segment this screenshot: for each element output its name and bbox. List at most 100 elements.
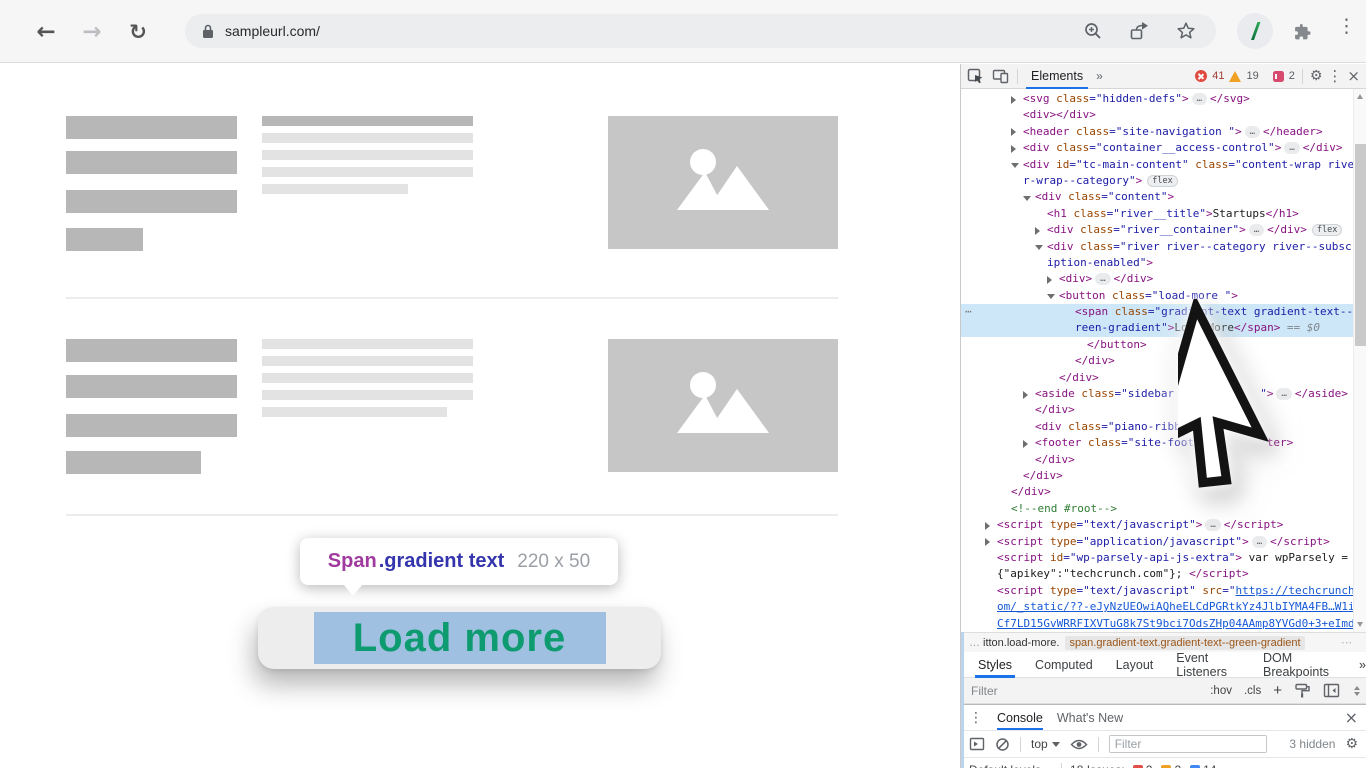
tree-expand-arrow-icon[interactable] xyxy=(1047,294,1055,300)
forward-icon[interactable]: → xyxy=(76,16,108,48)
dom-tree-line[interactable]: <!--end #root--> xyxy=(961,501,1366,517)
log-level-selector[interactable]: Default levels xyxy=(969,763,1054,768)
dom-tree-line[interactable]: </div> xyxy=(961,353,1366,369)
breadcrumb-item-button[interactable]: itton.load-more. xyxy=(983,637,1059,649)
grammar-extension-icon[interactable] xyxy=(1237,13,1273,49)
dom-tree-line[interactable]: <button class="load-more "> xyxy=(961,288,1366,304)
filter-row-scroll-spinner[interactable] xyxy=(1354,685,1360,696)
tab-event-listeners[interactable]: Event Listeners xyxy=(1176,651,1240,679)
breadcrumb-overflow[interactable]: … xyxy=(969,637,980,649)
dom-tree-line[interactable]: <div class="container__access-control">…… xyxy=(961,140,1366,156)
dom-tree-line[interactable]: <div>… </div> xyxy=(961,271,1366,287)
load-more-button[interactable]: Load more xyxy=(258,607,661,669)
tree-expand-arrow-icon[interactable] xyxy=(1023,439,1028,448)
tree-expand-arrow-icon[interactable] xyxy=(1035,226,1040,235)
tab-dom-breakpoints[interactable]: DOM Breakpoints xyxy=(1263,651,1336,679)
tree-expand-arrow-icon[interactable] xyxy=(1011,95,1016,104)
tree-expand-arrow-icon[interactable] xyxy=(1023,195,1031,201)
dom-tree-line[interactable]: <div class="river river--category river-… xyxy=(961,239,1366,255)
console-warnings-icon[interactable] xyxy=(1229,70,1242,82)
dom-tree-line-selected[interactable]: ⋯ <span class="gradient-text gradient-tex… xyxy=(961,304,1366,321)
inspect-element-icon[interactable] xyxy=(967,68,984,84)
styles-filter-input[interactable]: Filter xyxy=(971,684,998,698)
dom-tree-line[interactable]: <footer class="site-footer ter> xyxy=(961,435,1366,451)
script-src-link[interactable]: om/_static/??-eJyNzUEOwiAQheELCdPGRtkYz4… xyxy=(997,600,1366,613)
address-bar[interactable]: sampleurl.com/ xyxy=(185,14,1216,48)
drawer-menu-kebab-icon[interactable]: ⋮ xyxy=(969,711,983,725)
dom-tree-line[interactable]: </div> xyxy=(961,452,1366,468)
tree-expand-arrow-icon[interactable] xyxy=(1011,144,1016,153)
dom-tree-line[interactable]: </div> xyxy=(961,468,1366,484)
clear-console-icon[interactable] xyxy=(995,737,1010,752)
more-sidebar-tabs-chevron[interactable]: » xyxy=(1359,652,1366,678)
devtools-settings-gear-icon[interactable]: ⚙ xyxy=(1310,69,1323,83)
dom-tree-line[interactable]: </button> xyxy=(961,337,1366,353)
scrollbar-down-arrow-icon[interactable] xyxy=(1357,622,1363,627)
warning-count[interactable]: 19 xyxy=(1246,70,1258,82)
issues-summary[interactable]: 18 Issues: xyxy=(1070,763,1125,768)
breadcrumb-item-span-selected[interactable]: span.gradient-text.gradient-text--green-… xyxy=(1065,635,1305,650)
devtools-close-icon[interactable]: × xyxy=(1347,68,1360,84)
console-context-selector[interactable]: top xyxy=(1031,737,1060,751)
new-style-rule-button[interactable]: + xyxy=(1273,682,1282,699)
live-expression-eye-icon[interactable] xyxy=(1070,738,1088,751)
tree-expand-arrow-icon[interactable] xyxy=(1035,245,1043,251)
dom-tree-line[interactable]: <script type="text/javascript">… </script… xyxy=(961,517,1366,533)
console-sidebar-icon[interactable] xyxy=(969,737,985,751)
dom-tree-line[interactable]: r-wrap--category"> flex xyxy=(961,173,1366,189)
tab-console[interactable]: Console xyxy=(997,705,1043,730)
scrollbar-thumb[interactable] xyxy=(1355,144,1366,346)
script-src-link[interactable]: https://techcrunch.c xyxy=(1235,584,1366,597)
elements-scrollbar[interactable] xyxy=(1353,89,1366,632)
dom-tree-line[interactable]: <aside class="sidebar si ">… </aside> xyxy=(961,386,1366,402)
dom-tree-line[interactable]: {"apikey":"techcrunch.com"}; </script> xyxy=(961,566,1366,582)
back-icon[interactable]: ← xyxy=(30,16,62,48)
line-actions-icon[interactable]: ⋯ xyxy=(965,304,972,320)
console-filter-input[interactable]: Filter xyxy=(1108,735,1267,753)
dom-tree-line-selected[interactable]: reen-gradient">Load More</span> == $0 xyxy=(961,320,1366,337)
dom-tree-line[interactable]: </div> xyxy=(961,370,1366,386)
script-src-link[interactable]: Cf7LD15GvWRRFIXVTuG8k7St9bci7OdsZHp04AAm… xyxy=(997,617,1366,630)
tree-expand-arrow-icon[interactable] xyxy=(985,521,990,530)
issue-kind-count[interactable]: 14 xyxy=(1190,763,1216,768)
dom-tree-line[interactable]: <script id="wp-parsely-api-js-extra"> va… xyxy=(961,550,1366,566)
tab-whats-new[interactable]: What's New xyxy=(1057,705,1123,730)
dom-tree-line[interactable]: <header class="site-navigation ">… </head… xyxy=(961,124,1366,140)
toggle-class-button[interactable]: .cls xyxy=(1244,685,1261,697)
zoom-icon[interactable] xyxy=(1083,21,1103,41)
dom-tree-line[interactable]: <svg class="hidden-defs">… </svg> xyxy=(961,91,1366,107)
dom-tree-line[interactable]: <div class="piano-ribbon-c xyxy=(961,419,1366,435)
scrollbar-up-arrow-icon[interactable] xyxy=(1357,94,1363,99)
dom-tree-line[interactable]: <div id="tc-main-content" class="content… xyxy=(961,157,1366,173)
issue-kind-count[interactable]: 2 xyxy=(1161,763,1181,768)
sidebar-toggle-icon[interactable] xyxy=(1323,683,1340,698)
url-text[interactable]: sampleurl.com/ xyxy=(225,23,320,39)
devtools-menu-kebab-icon[interactable]: ⋮ xyxy=(1327,68,1342,84)
extensions-puzzle-icon[interactable] xyxy=(1293,21,1313,41)
drawer-close-icon[interactable]: × xyxy=(1345,709,1358,726)
more-panels-chevron[interactable]: » xyxy=(1096,69,1103,83)
tab-computed[interactable]: Computed xyxy=(1035,652,1093,678)
dom-tree-line[interactable]: <div class="content"> xyxy=(961,189,1366,205)
tab-layout[interactable]: Layout xyxy=(1116,652,1154,678)
tree-expand-arrow-icon[interactable] xyxy=(1011,163,1019,169)
dom-tree-line[interactable]: Cf7LD15GvWRRFIXVTuG8k7St9bci7OdsZHp04AAm… xyxy=(961,616,1366,632)
error-count[interactable]: 41 xyxy=(1212,70,1224,82)
dom-tree-line[interactable]: <h1 class="river__title">Startups</h1> xyxy=(961,206,1366,222)
dom-tree-line[interactable]: <script type="application/javascript">… <… xyxy=(961,534,1366,550)
dom-tree-line[interactable]: <script type="text/javascript" src="http… xyxy=(961,583,1366,599)
dom-tree-line[interactable]: </div> xyxy=(961,402,1366,418)
issue-kind-count[interactable]: 2 xyxy=(1132,763,1152,768)
dom-tree-line[interactable]: </div> xyxy=(961,484,1366,500)
issue-count[interactable]: 2 xyxy=(1289,70,1295,82)
tree-expand-arrow-icon[interactable] xyxy=(1023,390,1028,399)
tree-expand-arrow-icon[interactable] xyxy=(1011,128,1016,137)
dom-tree-line[interactable]: iption-enabled"> xyxy=(961,255,1366,271)
paint-roller-icon[interactable] xyxy=(1294,682,1311,699)
tree-expand-arrow-icon[interactable] xyxy=(985,538,990,547)
bookmark-star-icon[interactable] xyxy=(1176,21,1196,41)
device-toolbar-icon[interactable] xyxy=(992,68,1009,84)
tree-expand-arrow-icon[interactable] xyxy=(1047,275,1052,284)
console-errors-icon[interactable] xyxy=(1195,70,1208,82)
share-icon[interactable] xyxy=(1129,21,1150,41)
